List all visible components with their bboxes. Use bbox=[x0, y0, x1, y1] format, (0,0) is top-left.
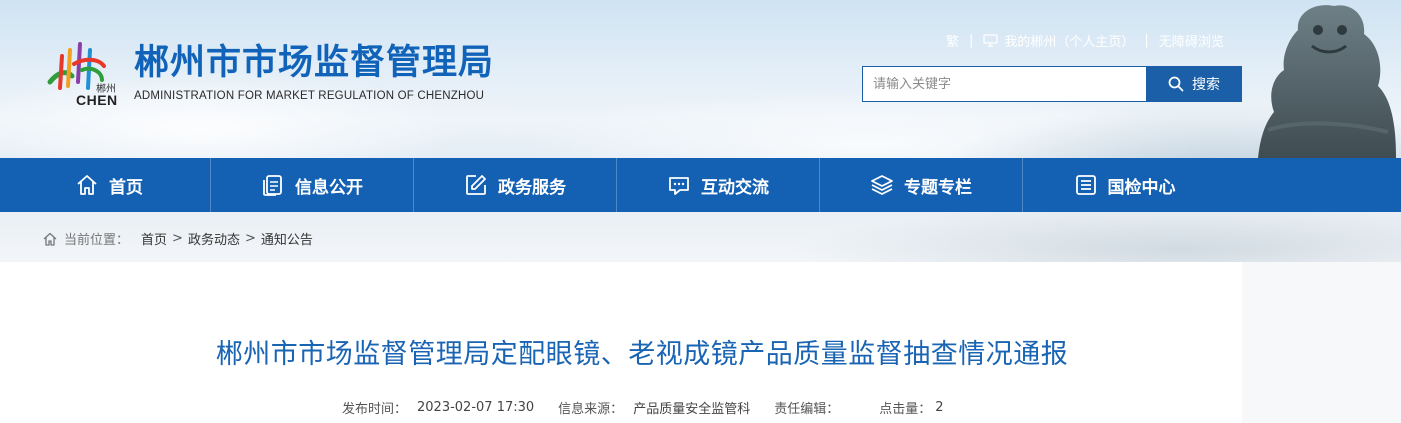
monitor-icon bbox=[983, 33, 999, 47]
nav-item-government-services[interactable]: 政务服务 bbox=[414, 158, 617, 212]
chat-icon bbox=[669, 177, 689, 195]
site-logo[interactable]: 郴州 CHEN bbox=[44, 36, 130, 108]
main-nav: 首页 信息公开 政务服务 互动交流 专题专栏 国检中心 bbox=[0, 158, 1401, 212]
stone-lion-image bbox=[1258, 5, 1396, 158]
nav-item-label: 政务服务 bbox=[498, 177, 566, 198]
source-label: 信息来源： bbox=[558, 402, 624, 417]
breadcrumb-bar: 当前位置： 首页 > 政务动态 > 通知公告 bbox=[0, 212, 1401, 262]
nav-item-inspection-center[interactable]: 国检中心 bbox=[1023, 158, 1226, 212]
breadcrumb-separator: > bbox=[172, 231, 183, 246]
divider: | bbox=[1144, 32, 1149, 48]
nav-item-label: 专题专栏 bbox=[904, 177, 972, 198]
publish-time-label: 发布时间： bbox=[342, 402, 408, 417]
nav-item-label: 信息公开 bbox=[295, 177, 363, 198]
search-button-label: 搜索 bbox=[1192, 77, 1220, 93]
site-subtitle: ADMINISTRATION FOR MARKET REGULATION OF … bbox=[134, 90, 485, 102]
clicks-value: 2 bbox=[935, 400, 944, 415]
document-icon bbox=[263, 175, 282, 196]
nav-item-label: 国检中心 bbox=[1107, 177, 1176, 198]
nav-item-special-topics[interactable]: 专题专栏 bbox=[820, 158, 1023, 212]
nav-item-label: 首页 bbox=[109, 177, 143, 198]
my-chenzhou-link[interactable]: 我的郴州（个人主页） bbox=[1004, 31, 1134, 50]
search-box bbox=[862, 66, 1147, 102]
editor-label: 责任编辑： bbox=[774, 402, 840, 417]
search-button[interactable]: 搜索 bbox=[1146, 66, 1242, 102]
site-header: 郴州 CHEN 郴州市市场监督管理局 ADMINISTRATION FOR MA… bbox=[0, 0, 1401, 158]
clicks-label: 点击量： bbox=[879, 402, 932, 417]
top-links: 繁 | 我的郴州（个人主页） | 无障碍浏览 bbox=[946, 31, 1224, 50]
layers-icon bbox=[871, 175, 893, 195]
list-icon bbox=[1075, 175, 1096, 195]
nav-item-label: 互动交流 bbox=[701, 177, 769, 198]
breadcrumb-link-government-news[interactable]: 政务动态 bbox=[188, 229, 240, 248]
source-value: 产品质量安全监管科 bbox=[633, 402, 751, 417]
article-title: 郴州市市场监督管理局定配眼镜、老视成镜产品质量监督抽查情况通报 bbox=[215, 339, 1069, 370]
divider: | bbox=[969, 32, 974, 48]
accessible-browse-link[interactable]: 无障碍浏览 bbox=[1159, 31, 1224, 50]
nav-item-home[interactable]: 首页 bbox=[8, 158, 211, 212]
breadcrumb-link-notices[interactable]: 通知公告 bbox=[261, 229, 313, 248]
home-icon bbox=[43, 232, 57, 246]
traditional-chinese-link[interactable]: 繁 bbox=[946, 31, 959, 50]
nav-item-info-disclosure[interactable]: 信息公开 bbox=[211, 158, 414, 212]
breadcrumb-mist bbox=[760, 212, 1401, 262]
logo-en-text: CHEN bbox=[76, 92, 118, 108]
article-meta: 发布时间： 2023-02-07 17:30 信息来源： 产品质量安全监管科 责… bbox=[342, 398, 968, 417]
edit-icon bbox=[466, 175, 486, 195]
search-input[interactable] bbox=[863, 67, 1147, 101]
breadcrumb-link-home[interactable]: 首页 bbox=[141, 229, 167, 248]
breadcrumb-separator: > bbox=[244, 231, 256, 246]
search-icon bbox=[1168, 76, 1184, 92]
breadcrumb: 当前位置： 首页 > 政务动态 > 通知公告 bbox=[42, 229, 313, 248]
site-title[interactable]: 郴州市市场监督管理局 bbox=[134, 40, 494, 86]
home-icon bbox=[77, 175, 97, 195]
nav-item-interaction[interactable]: 互动交流 bbox=[617, 158, 820, 212]
publish-time-value: 2023-02-07 17:30 bbox=[417, 400, 535, 415]
breadcrumb-label: 当前位置： bbox=[64, 233, 130, 248]
